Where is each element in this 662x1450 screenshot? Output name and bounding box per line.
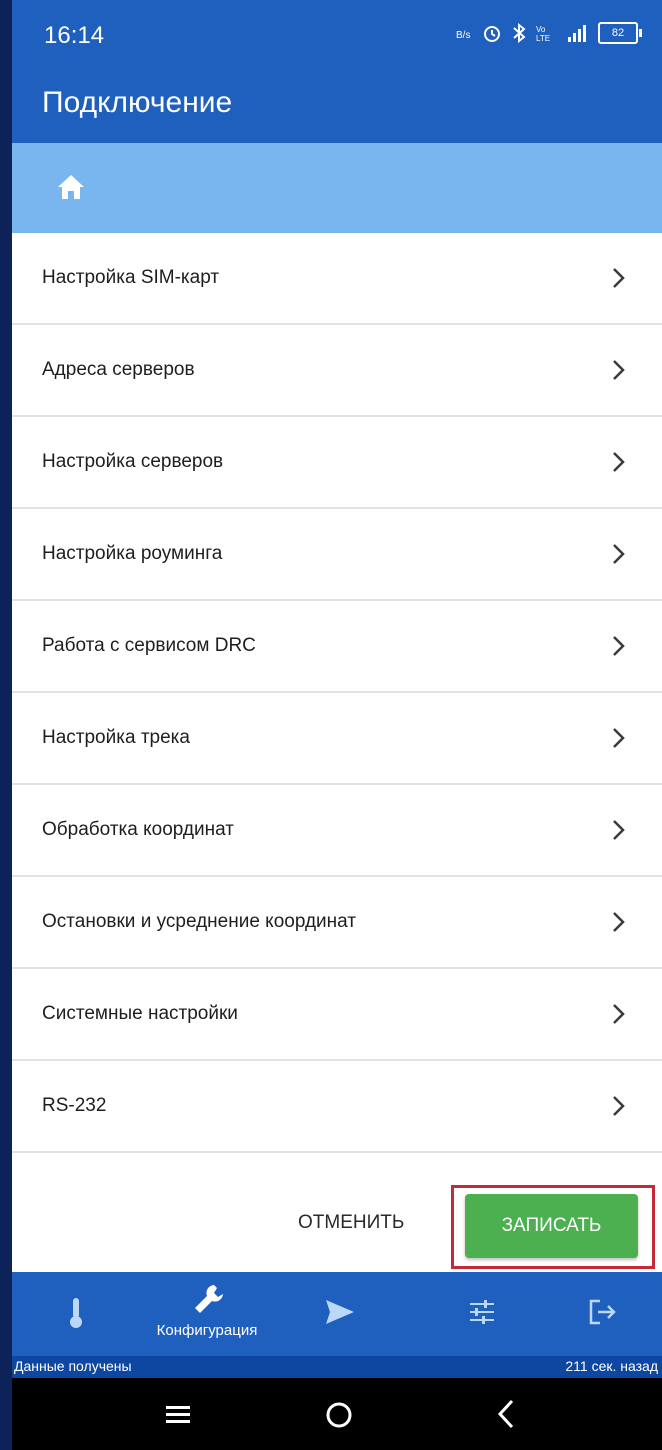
- menu-item-drc[interactable]: Работа с сервисом DRC: [12, 601, 662, 693]
- svg-text:Vo: Vo: [536, 25, 546, 34]
- status-time: 16:14: [44, 22, 105, 49]
- menu-item-label: Настройка серверов: [42, 451, 224, 472]
- menu-item-label: Обработка координат: [42, 819, 234, 840]
- menu-item-coordinates[interactable]: Обработка координат: [12, 785, 662, 877]
- back-icon[interactable]: [496, 1398, 516, 1430]
- page-title: Подключение: [42, 86, 233, 119]
- chevron-right-icon: [613, 360, 625, 380]
- settings-menu: Настройка SIM-карт Адреса серверов Настр…: [12, 233, 662, 1153]
- send-icon: [326, 1300, 354, 1324]
- status-bar: 16:14 B/s Vo LTE 82: [12, 0, 662, 70]
- data-status-age: 211 сек. назад: [565, 1358, 658, 1374]
- recent-apps-icon[interactable]: [164, 1403, 192, 1425]
- status-icons: B/s Vo LTE 82: [456, 22, 642, 44]
- svg-text:B/s: B/s: [456, 30, 470, 41]
- menu-item-sim[interactable]: Настройка SIM-карт: [12, 233, 662, 325]
- cancel-button[interactable]: ОТМЕНИТЬ: [298, 1212, 404, 1234]
- menu-item-label: Настройка роуминга: [42, 543, 223, 564]
- menu-item-label: Остановки и усреднение координат: [42, 911, 357, 932]
- battery-level: 82: [611, 27, 625, 39]
- menu-item-stops[interactable]: Остановки и усреднение координат: [12, 877, 662, 969]
- chevron-right-icon: [613, 912, 625, 932]
- menu-item-system[interactable]: Системные настройки: [12, 969, 662, 1061]
- menu-item-server-settings[interactable]: Настройка серверов: [12, 417, 662, 509]
- chevron-right-icon: [613, 636, 625, 656]
- home-nav-icon[interactable]: [324, 1400, 354, 1430]
- chevron-right-icon: [613, 820, 625, 840]
- nav-item-send[interactable]: [312, 1272, 432, 1356]
- menu-item-label: Работа с сервисом DRC: [42, 635, 256, 656]
- save-button[interactable]: ЗАПИСАТЬ: [465, 1194, 638, 1258]
- chevron-right-icon: [613, 728, 625, 748]
- app-bar: Подключение: [12, 70, 662, 143]
- menu-item-label: RS-232: [42, 1095, 107, 1116]
- chevron-right-icon: [613, 544, 625, 564]
- menu-item-label: Настройка трека: [42, 727, 190, 748]
- svg-text:LTE: LTE: [536, 34, 550, 43]
- nav-item-configuration[interactable]: Конфигурация: [122, 1272, 292, 1356]
- data-status-line: Данные получены 211 сек. назад: [12, 1356, 662, 1378]
- signal-icon: [568, 25, 586, 42]
- sliders-icon: [470, 1300, 494, 1324]
- menu-item-label: Системные настройки: [42, 1003, 238, 1024]
- volte-icon: VoLTE: [536, 25, 550, 43]
- wrench-icon: [195, 1285, 223, 1313]
- alarm-icon: [484, 26, 500, 42]
- data-status-text: Данные получены: [14, 1358, 132, 1374]
- chevron-right-icon: [613, 1096, 625, 1116]
- thermometer-icon: [70, 1298, 82, 1328]
- bottom-nav: Конфигурация: [12, 1272, 662, 1356]
- battery-icon: 82: [598, 22, 642, 44]
- chevron-right-icon: [613, 452, 625, 472]
- nav-item-settings[interactable]: [452, 1272, 572, 1356]
- phone-screen: 16:14 B/s Vo LTE 82 Подключение Настройка…: [12, 0, 662, 1450]
- nav-item-exit[interactable]: [572, 1272, 662, 1356]
- menu-item-track[interactable]: Настройка трека: [12, 693, 662, 785]
- bluetooth-icon: [513, 23, 526, 43]
- menu-item-label: Настройка SIM-карт: [42, 267, 220, 288]
- home-icon[interactable]: [56, 173, 86, 201]
- nav-label-configuration: Конфигурация: [156, 1322, 258, 1339]
- exit-icon: [589, 1299, 616, 1325]
- menu-item-rs232[interactable]: RS-232: [12, 1061, 662, 1153]
- menu-item-label: Адреса серверов: [42, 359, 195, 380]
- breadcrumb: [12, 143, 662, 233]
- system-nav-bar: [12, 1378, 662, 1450]
- action-bar: ОТМЕНИТЬ ЗАПИСАТЬ: [12, 1182, 662, 1272]
- menu-item-roaming[interactable]: Настройка роуминга: [12, 509, 662, 601]
- data-speed-icon: B/s: [456, 30, 470, 41]
- chevron-right-icon: [613, 268, 625, 288]
- chevron-right-icon: [613, 1004, 625, 1024]
- menu-item-server-addresses[interactable]: Адреса серверов: [12, 325, 662, 417]
